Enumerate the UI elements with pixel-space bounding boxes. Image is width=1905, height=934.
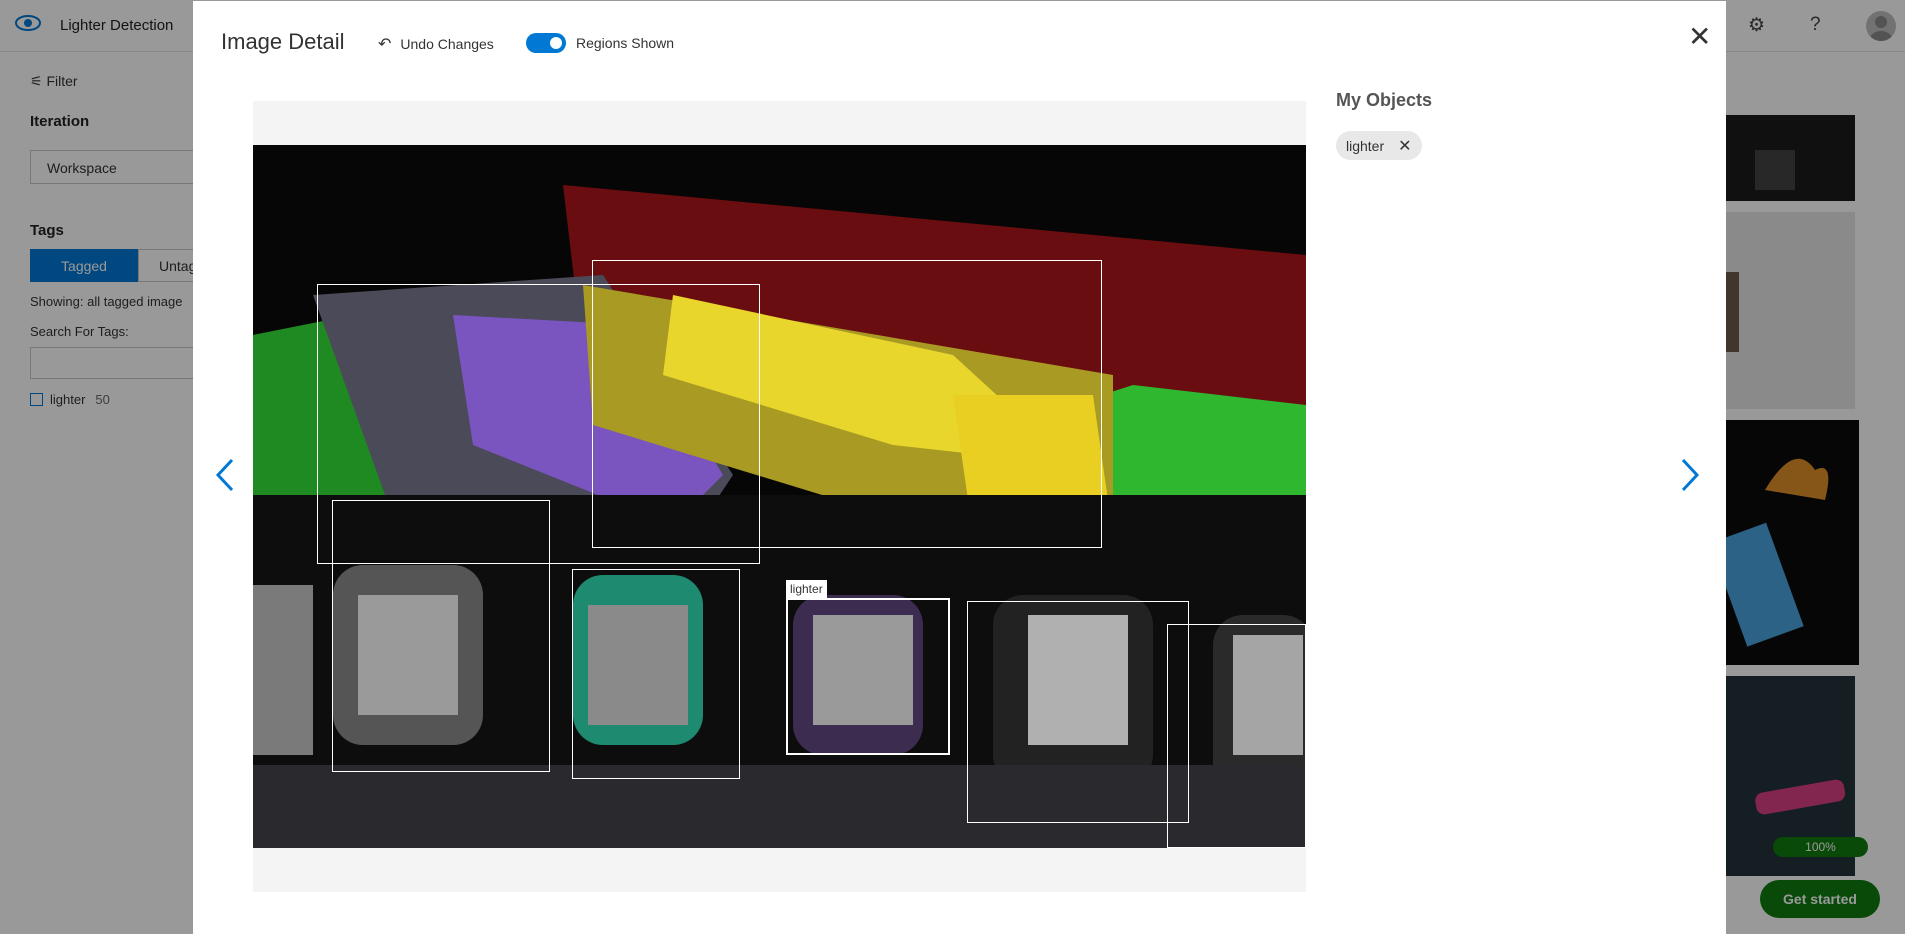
region-box[interactable] [1167, 624, 1306, 848]
remove-tag-icon[interactable]: ✕ [1398, 136, 1411, 156]
toggle-knob [550, 37, 562, 49]
previous-image-icon[interactable] [215, 458, 235, 498]
image-detail-modal: Image Detail ↶ Undo Changes Regions Show… [193, 1, 1726, 934]
undo-icon: ↶ [378, 36, 392, 53]
region-box[interactable] [967, 601, 1189, 823]
detail-image[interactable]: lighter [253, 145, 1306, 848]
image-stage: lighter [253, 101, 1306, 892]
region-box[interactable] [572, 569, 740, 779]
object-tag-label: lighter [1346, 137, 1385, 154]
undo-changes-button[interactable]: ↶ Undo Changes [378, 34, 494, 54]
undo-label: Undo Changes [400, 36, 494, 52]
region-box-selected[interactable] [786, 598, 950, 755]
my-objects-heading: My Objects [1336, 90, 1433, 110]
region-box[interactable] [592, 260, 1102, 548]
region-tag-label: lighter [786, 580, 827, 598]
next-image-icon[interactable] [1680, 458, 1700, 498]
modal-title: Image Detail [221, 29, 345, 54]
regions-label: Regions Shown [576, 35, 675, 51]
region-box[interactable] [332, 500, 550, 772]
close-icon[interactable]: ✕ [1688, 23, 1711, 51]
object-tag-chip: lighter ✕ [1336, 131, 1422, 160]
regions-toggle[interactable] [526, 33, 566, 53]
